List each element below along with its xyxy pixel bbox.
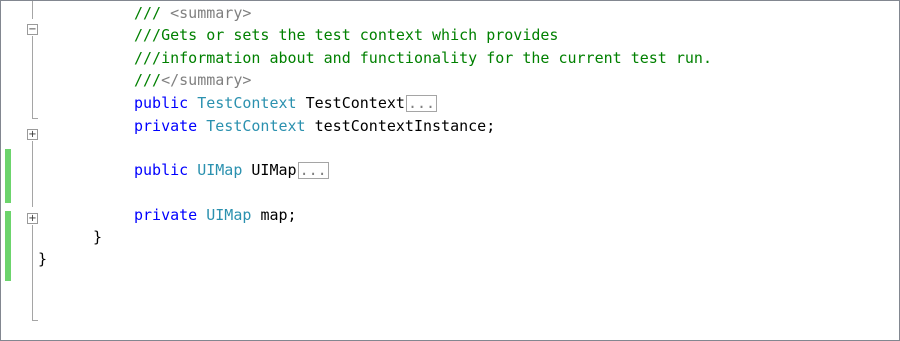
doc-comment-text: ///information about and functionality f… <box>134 49 712 67</box>
expand-region-icon[interactable]: + <box>27 213 38 224</box>
keyword-private: private <box>134 206 198 224</box>
doc-comment-tag: <summary> <box>161 4 252 22</box>
code-line-property-uimap[interactable]: public UIMap UIMap... <box>134 161 329 179</box>
closing-brace: } <box>93 228 103 246</box>
doc-comment-text: ///Gets or sets the test context which p… <box>134 26 559 44</box>
change-indicator <box>5 149 11 203</box>
keyword-public: public <box>134 161 189 179</box>
change-indicator <box>5 211 11 281</box>
code-line-class-close-brace[interactable]: } <box>93 228 102 246</box>
closing-brace: } <box>38 250 48 268</box>
field-name: map; <box>260 206 297 224</box>
code-line-namespace-close-brace[interactable]: } <box>38 250 47 268</box>
doc-comment-prefix: /// <box>134 71 162 89</box>
expand-region-icon[interactable]: + <box>27 129 38 140</box>
type-name: UIMap <box>206 206 252 224</box>
outline-guide-line <box>32 141 33 207</box>
property-name: TestContext <box>305 94 405 112</box>
code-line-property-testcontext[interactable]: public TestContext TestContext... <box>134 94 438 112</box>
doc-comment-tag: </summary> <box>161 71 252 89</box>
keyword-public: public <box>134 94 189 112</box>
type-name: TestContext <box>206 117 306 135</box>
outline-guide-line <box>32 1 33 19</box>
outline-guide-end <box>32 320 38 321</box>
doc-comment-prefix: /// <box>134 4 162 22</box>
outline-guide-line <box>32 36 33 118</box>
type-name: TestContext <box>197 94 297 112</box>
collapse-region-icon[interactable]: − <box>27 24 38 35</box>
keyword-private: private <box>134 117 198 135</box>
code-line-summary-close[interactable]: ///</summary> <box>134 71 251 89</box>
outline-guide-line <box>32 225 33 320</box>
code-editor[interactable]: − + + /// <summary> ///Gets or sets the … <box>0 0 900 341</box>
code-line-comment[interactable]: ///information about and functionality f… <box>134 49 712 67</box>
outline-guide-end <box>32 118 38 119</box>
type-name: UIMap <box>197 161 243 179</box>
code-line-comment[interactable]: ///Gets or sets the test context which p… <box>134 26 558 44</box>
code-line-field-testcontext[interactable]: private TestContext testContextInstance; <box>134 117 495 135</box>
collapsed-region-indicator[interactable]: ... <box>405 95 438 112</box>
field-name: testContextInstance; <box>314 117 496 135</box>
code-line-summary-open[interactable]: /// <summary> <box>134 4 251 22</box>
collapsed-region-indicator[interactable]: ... <box>297 162 329 179</box>
property-name: UIMap <box>251 161 297 179</box>
code-line-field-map[interactable]: private UIMap map; <box>134 206 297 224</box>
